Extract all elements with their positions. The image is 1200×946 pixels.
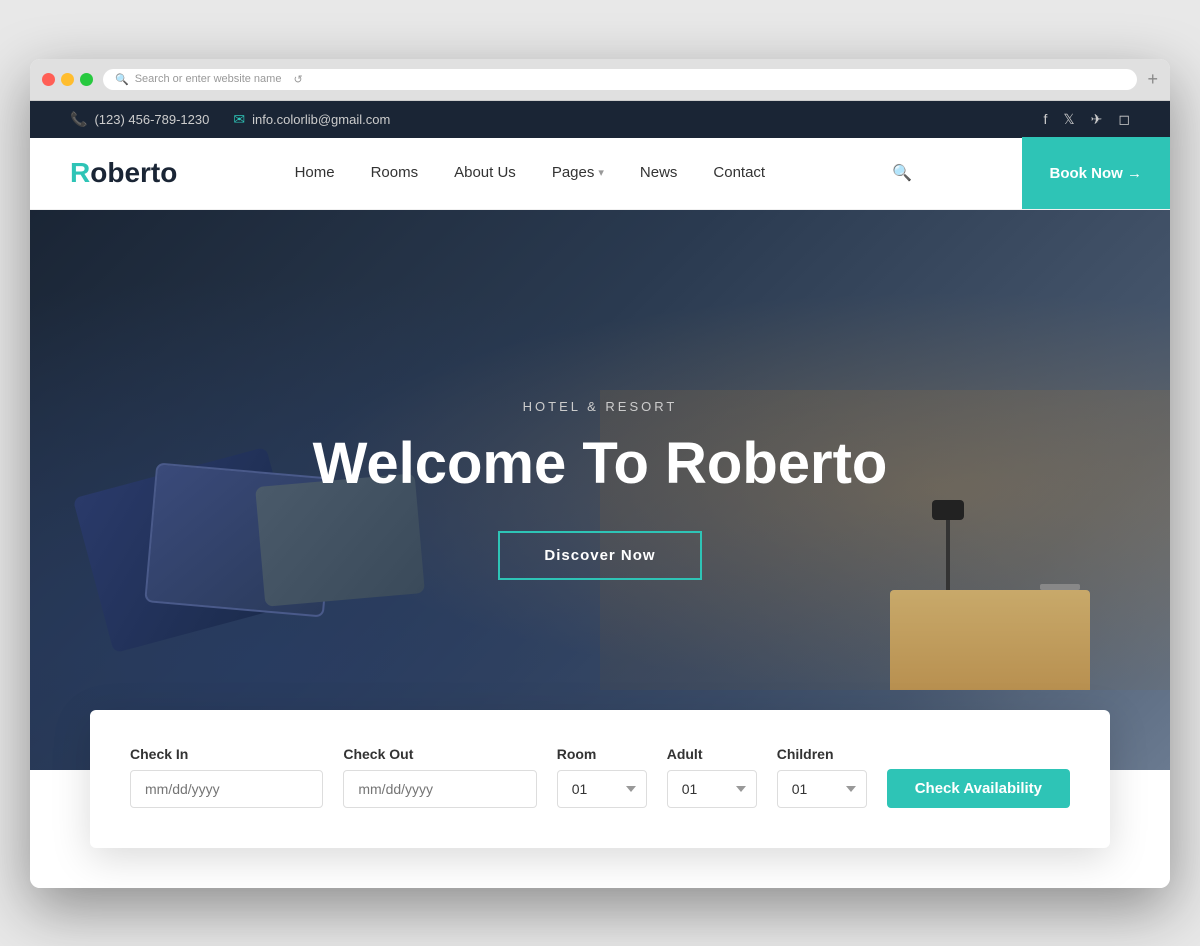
lamp-head	[932, 500, 964, 520]
instagram-link[interactable]: ◻	[1118, 111, 1130, 128]
nav-home[interactable]: Home	[277, 137, 353, 209]
discover-button[interactable]: Discover Now	[498, 531, 701, 580]
email-contact: ✉ info.colorlib@gmail.com	[233, 111, 390, 128]
logo-r: R	[70, 157, 90, 189]
room-label: Room	[557, 746, 647, 762]
children-select[interactable]: 01 02 03	[777, 770, 867, 808]
tripadvisor-link[interactable]: ✈	[1091, 111, 1103, 128]
browser-window: 🔍 Search or enter website name ↺ + 📞 (12…	[30, 59, 1170, 888]
booking-form: Check In Check Out Room 01 02 03 04	[90, 710, 1110, 848]
check-in-group: Check In	[130, 746, 323, 808]
main-nav: Home Rooms About Us Pages ▾ News Contact	[277, 137, 784, 209]
bedside-item	[1040, 584, 1080, 590]
nav-about-us[interactable]: About Us	[436, 137, 534, 209]
phone-number: (123) 456-789-1230	[94, 112, 209, 127]
adult-label: Adult	[667, 746, 757, 762]
close-button[interactable]	[42, 73, 55, 86]
top-bar-left: 📞 (123) 456-789-1230 ✉ info.colorlib@gma…	[70, 111, 390, 128]
hero-title: Welcome To Roberto	[313, 432, 888, 496]
adult-select[interactable]: 01 02 03 04	[667, 770, 757, 808]
twitter-link[interactable]: 𝕏	[1063, 111, 1074, 128]
children-group: Children 01 02 03	[777, 746, 867, 808]
website-content: 📞 (123) 456-789-1230 ✉ info.colorlib@gma…	[30, 101, 1170, 888]
address-bar[interactable]: 🔍 Search or enter website name ↺	[103, 69, 1137, 90]
navbar: Roberto Home Rooms About Us Pages ▾ News…	[30, 138, 1170, 210]
search-button[interactable]: 🔍	[882, 163, 922, 183]
check-out-label: Check Out	[343, 746, 536, 762]
room-select[interactable]: 01 02 03 04	[557, 770, 647, 808]
search-icon: 🔍	[115, 73, 129, 86]
hero-content: HOTEL & RESORT Welcome To Roberto Discov…	[313, 399, 888, 581]
chevron-down-icon: ▾	[598, 137, 604, 209]
adult-group: Adult 01 02 03 04	[667, 746, 757, 808]
refresh-icon[interactable]: ↺	[293, 73, 302, 86]
check-in-label: Check In	[130, 746, 323, 762]
phone-contact: 📞 (123) 456-789-1230	[70, 111, 209, 128]
children-label: Children	[777, 746, 867, 762]
browser-chrome: 🔍 Search or enter website name ↺ +	[30, 59, 1170, 101]
check-out-group: Check Out	[343, 746, 536, 808]
nav-contact[interactable]: Contact	[695, 137, 783, 209]
minimize-button[interactable]	[61, 73, 74, 86]
check-availability-button[interactable]: Check Availability	[887, 769, 1070, 808]
hero-subtitle: HOTEL & RESORT	[313, 399, 888, 414]
check-out-input[interactable]	[343, 770, 536, 808]
nav-rooms[interactable]: Rooms	[353, 137, 437, 209]
site-logo[interactable]: Roberto	[70, 157, 177, 189]
email-address: info.colorlib@gmail.com	[252, 112, 390, 127]
nav-pages[interactable]: Pages ▾	[534, 137, 622, 209]
new-tab-button[interactable]: +	[1147, 69, 1158, 90]
hero-section: HOTEL & RESORT Welcome To Roberto Discov…	[30, 210, 1170, 770]
room-group: Room 01 02 03 04	[557, 746, 647, 808]
nightstand	[890, 590, 1090, 690]
nav-news[interactable]: News	[622, 137, 696, 209]
check-in-input[interactable]	[130, 770, 323, 808]
address-text: Search or enter website name	[135, 73, 282, 85]
logo-text: oberto	[90, 157, 177, 189]
browser-dots	[42, 73, 93, 86]
maximize-button[interactable]	[80, 73, 93, 86]
form-row: Check In Check Out Room 01 02 03 04	[130, 746, 1070, 808]
phone-icon: 📞	[70, 111, 87, 128]
email-icon: ✉	[233, 111, 245, 128]
top-bar: 📞 (123) 456-789-1230 ✉ info.colorlib@gma…	[30, 101, 1170, 138]
page-bottom	[30, 848, 1170, 888]
social-links: f 𝕏 ✈ ◻	[1043, 111, 1130, 128]
book-now-button[interactable]: Book Now →	[1022, 137, 1171, 209]
facebook-link[interactable]: f	[1043, 111, 1047, 127]
